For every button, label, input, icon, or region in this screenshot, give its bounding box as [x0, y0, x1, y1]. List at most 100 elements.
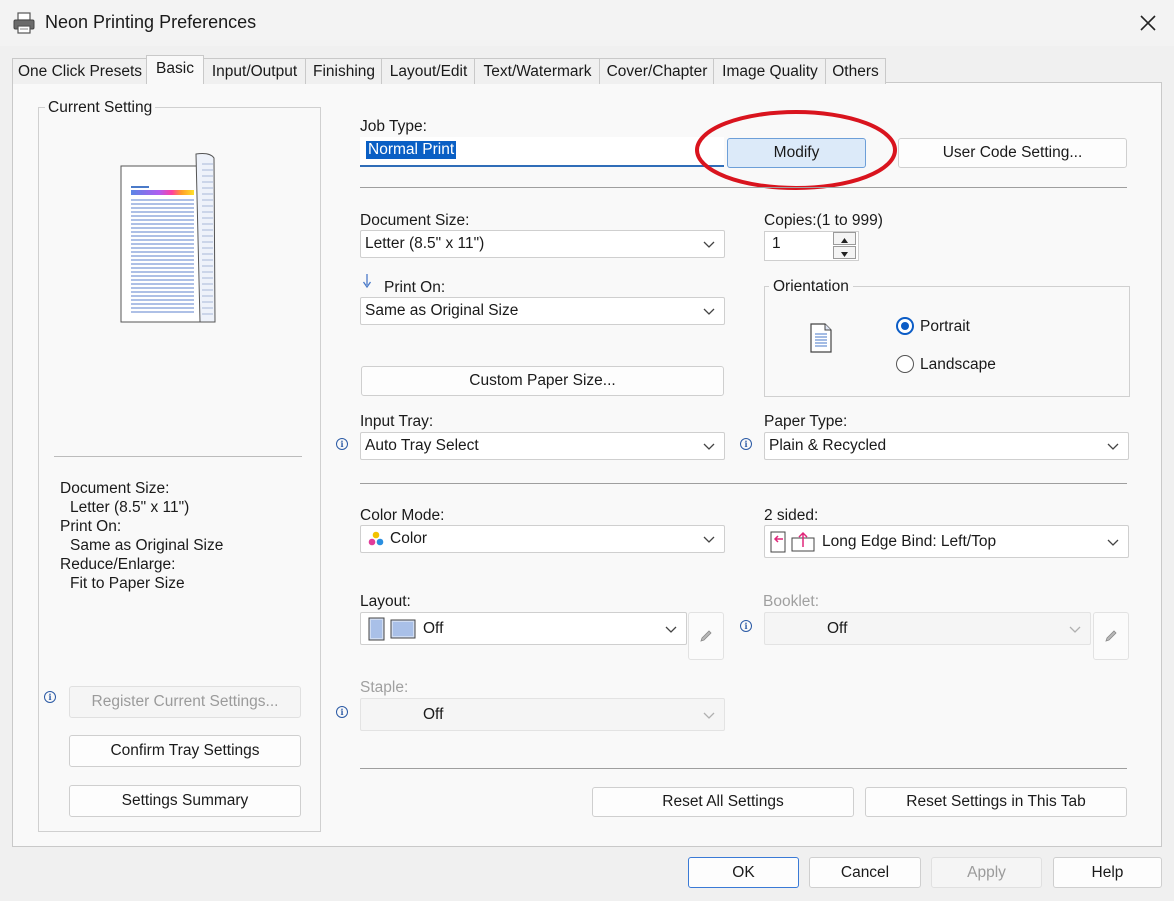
portrait-label[interactable]: Portrait: [920, 318, 970, 336]
tab-cover-chapter[interactable]: Cover/Chapter: [599, 58, 715, 84]
apply-button[interactable]: Apply: [931, 857, 1042, 888]
custom-paper-size-button[interactable]: Custom Paper Size...: [361, 366, 724, 396]
tab-basic[interactable]: Basic: [146, 55, 204, 84]
chevron-down-icon: [703, 443, 715, 450]
tab-one-click-presets[interactable]: One Click Presets: [12, 58, 148, 84]
orientation-legend: Orientation: [769, 278, 853, 296]
duplex-icon: [770, 531, 815, 552]
user-code-setting-button[interactable]: User Code Setting...: [898, 138, 1127, 168]
summary-document-size-label: Document Size:: [60, 480, 170, 497]
color-mode-label: Color Mode:: [360, 507, 445, 524]
document-preview-icon: [120, 153, 216, 323]
current-setting-legend: Current Setting: [45, 99, 156, 117]
booklet-label: Booklet:: [763, 593, 820, 610]
staple-combo[interactable]: Off: [360, 698, 725, 731]
landscape-label[interactable]: Landscape: [920, 356, 996, 374]
settings-summary-button[interactable]: Settings Summary: [69, 785, 301, 817]
paper-type-combo[interactable]: Plain & Recycled: [764, 432, 1129, 460]
info-icon: i: [336, 706, 348, 718]
paper-type-label: Paper Type:: [764, 413, 848, 430]
paper-type-value: Plain & Recycled: [769, 437, 887, 454]
input-tray-value: Auto Tray Select: [365, 437, 479, 454]
arrow-up-icon: [841, 238, 848, 243]
document-size-value: Letter (8.5" x 11"): [365, 235, 485, 252]
chevron-down-icon: [1107, 443, 1119, 450]
input-tray-label: Input Tray:: [360, 413, 434, 430]
color-mode-value: Color: [390, 530, 428, 547]
layout-combo[interactable]: Off: [360, 612, 687, 645]
left-divider: [54, 456, 302, 457]
copies-value: 1: [772, 235, 781, 252]
layout-label: Layout:: [360, 593, 411, 610]
job-type-label: Job Type:: [360, 118, 427, 135]
pencil-icon: [700, 630, 712, 642]
help-button[interactable]: Help: [1053, 857, 1162, 888]
chevron-down-icon: [1107, 539, 1119, 546]
layout-value: Off: [423, 619, 444, 637]
two-sided-combo[interactable]: Long Edge Bind: Left/Top: [764, 525, 1129, 558]
info-icon: i: [336, 438, 348, 450]
layout-edit-button[interactable]: [688, 612, 724, 660]
tab-input-output[interactable]: Input/Output: [202, 58, 307, 84]
staple-label: Staple:: [360, 679, 409, 696]
chevron-down-icon: [1069, 626, 1081, 633]
ok-button[interactable]: OK: [688, 857, 799, 888]
booklet-value: Off: [827, 619, 848, 637]
summary-print-on-value: Same as Original Size: [70, 537, 224, 554]
info-icon: i: [740, 438, 752, 450]
tab-strip: One Click Presets Basic Input/Output Fin…: [0, 55, 1174, 84]
modify-button[interactable]: Modify: [727, 138, 866, 168]
tab-image-quality[interactable]: Image Quality: [713, 58, 827, 84]
arrow-down-icon: [841, 252, 848, 257]
chevron-down-icon: [703, 308, 715, 315]
separator-1: [360, 187, 1127, 188]
summary-reduce-enlarge-value: Fit to Paper Size: [70, 575, 185, 592]
tab-layout-edit[interactable]: Layout/Edit: [381, 58, 476, 84]
print-on-label: Print On:: [384, 279, 446, 296]
staple-value: Off: [423, 705, 444, 723]
chevron-down-icon: [703, 712, 715, 719]
summary-print-on-label: Print On:: [60, 518, 122, 535]
booklet-edit-button[interactable]: [1093, 612, 1129, 660]
chevron-down-icon: [665, 626, 677, 633]
tab-text-watermark[interactable]: Text/Watermark: [474, 58, 601, 84]
summary-reduce-enlarge-label: Reduce/Enlarge:: [60, 556, 176, 573]
layout-page-icon: [368, 617, 416, 640]
document-size-combo[interactable]: Letter (8.5" x 11"): [360, 230, 725, 258]
register-current-settings-button[interactable]: Register Current Settings...: [69, 686, 301, 718]
pencil-icon: [1105, 630, 1117, 642]
cancel-button[interactable]: Cancel: [809, 857, 921, 888]
chevron-down-icon: [703, 536, 715, 543]
print-on-combo[interactable]: Same as Original Size: [360, 297, 725, 325]
tab-finishing[interactable]: Finishing: [305, 58, 383, 84]
reset-all-settings-button[interactable]: Reset All Settings: [592, 787, 854, 817]
color-mode-combo[interactable]: Color: [360, 525, 725, 553]
info-icon: i: [44, 691, 56, 703]
two-sided-value: Long Edge Bind: Left/Top: [822, 532, 997, 550]
copies-down-button[interactable]: [833, 246, 856, 259]
tab-others[interactable]: Others: [825, 58, 886, 84]
info-icon: i: [740, 620, 752, 632]
summary-document-size-value: Letter (8.5" x 11"): [70, 499, 190, 516]
reset-settings-in-this-tab-button[interactable]: Reset Settings in This Tab: [865, 787, 1127, 817]
document-size-label: Document Size:: [360, 212, 470, 229]
booklet-combo[interactable]: Off: [764, 612, 1091, 645]
close-icon: [1140, 15, 1156, 31]
print-on-value: Same as Original Size: [365, 302, 519, 319]
copies-label: Copies:(1 to 999): [764, 212, 883, 229]
portrait-radio[interactable]: [896, 317, 914, 335]
two-sided-label: 2 sided:: [764, 507, 819, 524]
printer-icon: [13, 12, 35, 34]
chevron-down-icon: [703, 241, 715, 248]
copies-up-button[interactable]: [833, 232, 856, 245]
job-type-value: Normal Print: [366, 141, 457, 159]
input-tray-combo[interactable]: Auto Tray Select: [360, 432, 725, 460]
color-dots-icon: [368, 531, 384, 546]
landscape-radio[interactable]: [896, 355, 914, 373]
portrait-page-icon: [810, 323, 832, 353]
down-arrow-icon: [362, 274, 372, 289]
confirm-tray-settings-button[interactable]: Confirm Tray Settings: [69, 735, 301, 767]
close-button[interactable]: [1128, 6, 1168, 40]
separator-3: [360, 768, 1127, 769]
separator-2: [360, 483, 1127, 484]
